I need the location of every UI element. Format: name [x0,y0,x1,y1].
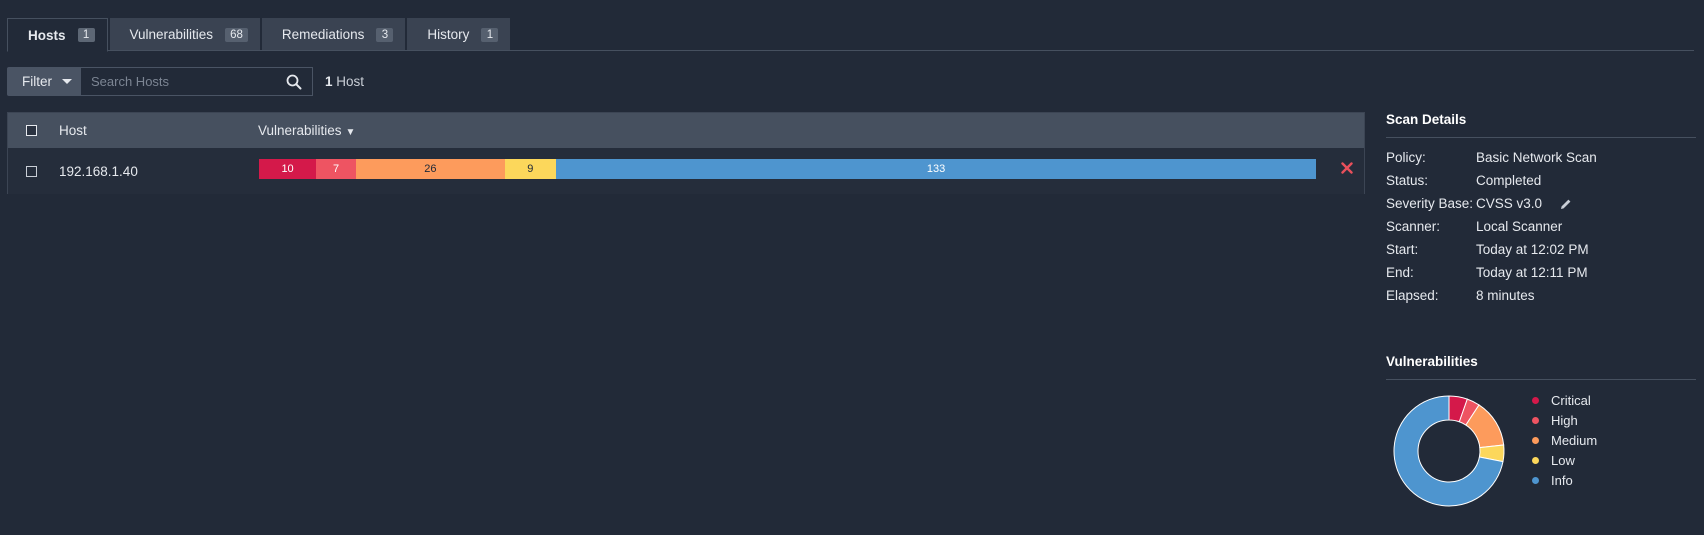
info-dot [1532,476,1539,484]
detail-label: Start: [1386,242,1419,257]
legend-label: Critical [1551,392,1591,408]
detail-value: Local Scanner [1476,219,1563,234]
tab-history[interactable]: History 1 [407,18,511,51]
host-count-label: Host [336,74,365,89]
scan-details-title: Scan Details [1386,112,1696,138]
vulnerabilities-panel: Vulnerabilities [1386,354,1696,380]
severity-bar: 10 7 26 9 133 [259,159,1316,179]
tab-hosts-count: 1 [77,28,95,42]
legend-label: High [1551,412,1578,428]
tab-remediations-count: 3 [376,27,394,42]
vulnerabilities-column-label: Vulnerabilities [258,123,342,138]
medium-count: 26 [424,163,437,175]
high-segment[interactable]: 7 [316,159,357,179]
caret-down-icon [62,79,72,84]
detail-start: Start: Today at 12:02 PM [1386,238,1696,261]
host-column-header[interactable]: Host [59,123,87,138]
tab-divider [7,50,1694,51]
detail-value-wrap: CVSS v3.0 [1476,196,1572,211]
host-count-number: 1 [325,74,333,89]
detail-value: Today at 12:02 PM [1476,242,1589,257]
detail-label: Status: [1386,173,1429,188]
detail-elapsed: Elapsed: 8 minutes [1386,284,1696,307]
medium-dot [1532,436,1539,444]
filter-button[interactable]: Filter [7,67,81,96]
tab-history-label: History [427,27,470,42]
detail-value: Basic Network Scan [1476,150,1597,165]
row-checkbox[interactable] [26,165,37,177]
vulnerabilities-column-header[interactable]: Vulnerabilities ▼ [258,123,355,138]
detail-end: End: Today at 12:11 PM [1386,261,1696,284]
detail-value: Today at 12:11 PM [1476,265,1588,280]
sort-desc-icon: ▼ [345,127,356,138]
low-count: 9 [527,163,534,175]
search-icon[interactable] [286,74,302,90]
table-row[interactable]: 192.168.1.40 10 7 26 9 133 [8,148,1364,194]
legend-label: Low [1551,452,1575,468]
critical-segment[interactable]: 10 [259,159,317,179]
legend-low[interactable]: Low [1532,450,1597,470]
search-box [81,67,313,96]
critical-count: 10 [281,163,294,175]
detail-label: End: [1386,265,1414,280]
detail-value: CVSS v3.0 [1476,196,1543,211]
detail-value: Completed [1476,173,1542,188]
detail-severity-base: Severity Base: CVSS v3.0 [1386,192,1696,215]
pencil-icon[interactable] [1560,198,1572,210]
tab-vulnerabilities-label: Vulnerabilities [129,27,214,42]
filter-bar: Filter 1 Host [7,67,364,96]
low-dot [1532,456,1539,464]
medium-segment[interactable]: 26 [356,159,505,179]
detail-label: Scanner: [1386,219,1441,234]
vulnerabilities-donut-chart [1393,395,1505,507]
high-dot [1532,416,1539,424]
critical-dot [1532,396,1539,404]
close-icon[interactable] [1341,162,1353,174]
tab-vulnerabilities[interactable]: Vulnerabilities 68 [109,18,260,51]
tab-vulnerabilities-count: 68 [225,27,248,42]
chart-legend: Critical High Medium Low Info [1532,390,1597,490]
scan-details-panel: Scan Details Policy: Basic Network Scan … [1386,112,1696,307]
low-segment[interactable]: 9 [504,159,557,179]
host-ip[interactable]: 192.168.1.40 [59,164,138,179]
detail-label: Severity Base: [1386,196,1474,211]
legend-high[interactable]: High [1532,410,1597,430]
tab-remediations-label: Remediations [281,27,365,42]
detail-value: 8 minutes [1476,288,1535,303]
info-count: 133 [926,163,946,175]
detail-status: Status: Completed [1386,169,1696,192]
table-header: Host Vulnerabilities ▼ [8,113,1364,148]
legend-medium[interactable]: Medium [1532,430,1597,450]
legend-critical[interactable]: Critical [1532,390,1597,410]
detail-policy: Policy: Basic Network Scan [1386,146,1696,169]
high-count: 7 [333,163,340,175]
scan-details-list: Policy: Basic Network Scan Status: Compl… [1386,146,1696,307]
tab-remediations[interactable]: Remediations 3 [261,18,406,51]
detail-scanner: Scanner: Local Scanner [1386,215,1696,238]
tab-history-count: 1 [481,27,499,42]
tab-hosts-label: Hosts [28,27,66,43]
search-input[interactable] [81,68,312,95]
legend-label: Medium [1551,432,1598,448]
select-all-checkbox[interactable] [26,125,37,136]
scan-results-view: Hosts 1 Vulnerabilities 68 Remediations … [0,0,1704,535]
legend-info[interactable]: Info [1532,470,1597,490]
hosts-table: Host Vulnerabilities ▼ 192.168.1.40 10 7 … [7,112,1365,194]
filter-button-label: Filter [22,74,52,89]
vulnerabilities-title: Vulnerabilities [1386,354,1696,380]
detail-label: Policy: [1386,150,1426,165]
legend-label: Info [1551,472,1573,488]
host-count: 1 Host [325,74,364,89]
detail-label: Elapsed: [1386,288,1439,303]
info-segment[interactable]: 133 [556,159,1316,179]
tab-hosts[interactable]: Hosts 1 [7,18,108,52]
tab-bar: Hosts 1 Vulnerabilities 68 Remediations … [7,18,512,52]
